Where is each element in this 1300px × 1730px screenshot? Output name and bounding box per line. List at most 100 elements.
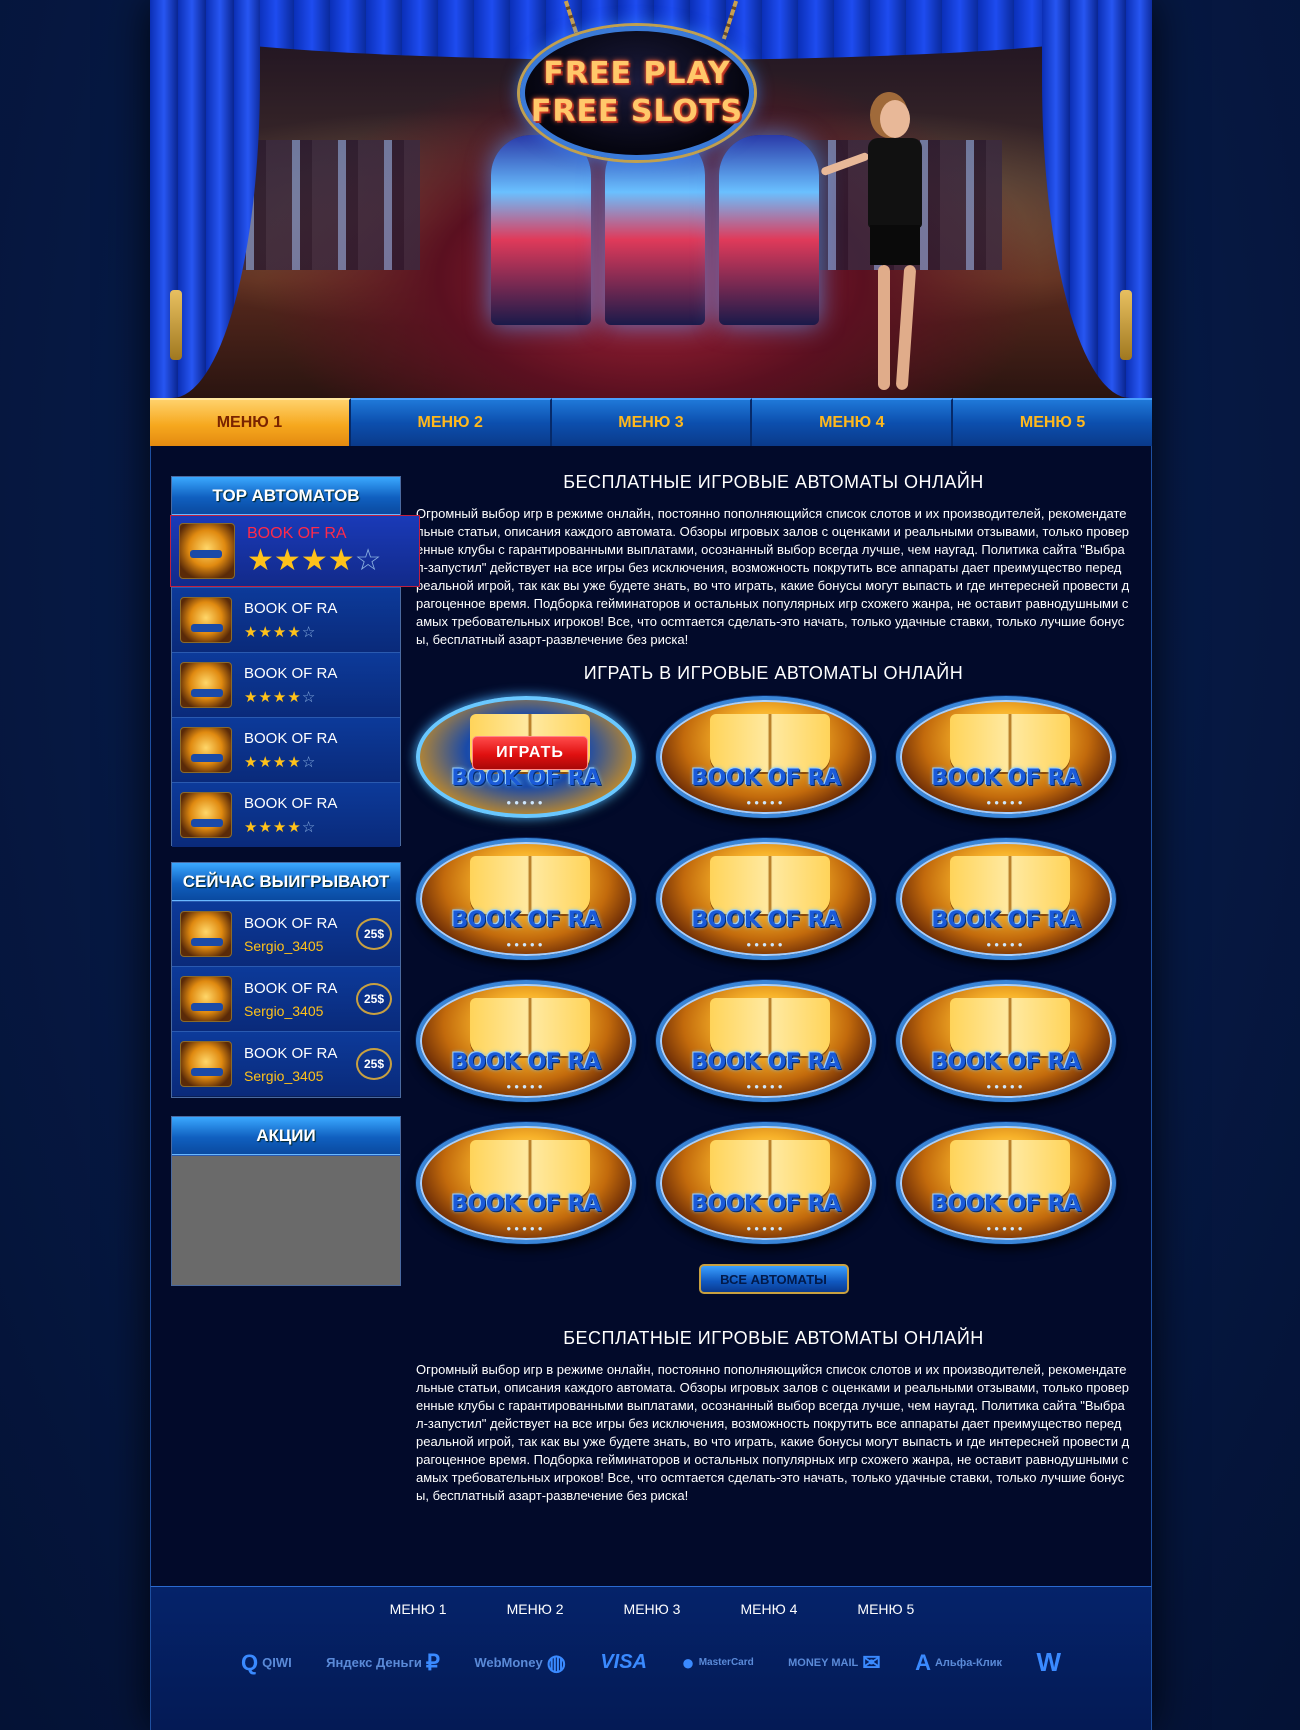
book-icon xyxy=(950,998,1070,1056)
nav-item-menu-5[interactable]: МЕНЮ 5 xyxy=(953,398,1152,446)
slot-thumbnail xyxy=(179,523,235,579)
game-title: BOOK OF RA xyxy=(931,908,1081,933)
top-slot-item[interactable]: BOOK OF RA ★★★★☆ xyxy=(170,515,420,587)
game-tile[interactable]: BOOK OF RA ●●●●● xyxy=(656,1122,876,1244)
star-filled-icon: ★ xyxy=(287,753,302,771)
main-nav: МЕНЮ 1 МЕНЮ 2 МЕНЮ 3 МЕНЮ 4 МЕНЮ 5 xyxy=(150,398,1152,446)
book-icon xyxy=(710,856,830,914)
slot-thumbnail xyxy=(180,792,232,838)
star-filled-icon: ★ xyxy=(300,543,328,577)
winners-title: СЕЙЧАС ВЫИГРЫВАЮТ xyxy=(172,863,400,901)
visa-icon: VISA xyxy=(600,1651,647,1673)
w1-icon: W xyxy=(1036,1647,1061,1677)
game-tile[interactable]: BOOK OF RA ●●●●● xyxy=(896,838,1116,960)
play-button[interactable]: ИГРАТЬ xyxy=(472,736,588,770)
slot-machine xyxy=(491,135,591,325)
rating-stars: ★★★★☆ xyxy=(244,753,337,771)
top-slots-box: TOP АВТОМАТОВ BOOK OF RA ★★★★☆ BOOK OF R… xyxy=(170,476,420,847)
star-filled-icon: ★ xyxy=(247,543,274,577)
footer: МЕНЮ 1 МЕНЮ 2 МЕНЮ 3 МЕНЮ 4 МЕНЮ 5 Q QIWI… xyxy=(150,1586,1152,1730)
game-tile[interactable]: BOOK OF RA ●●●●● xyxy=(656,980,876,1102)
game-title: BOOK OF RA xyxy=(691,908,841,933)
game-tile[interactable]: BOOK OF RA ●●●●● xyxy=(656,696,876,818)
payment-mastercard[interactable]: ● MasterCard xyxy=(681,1650,753,1676)
top-slot-item[interactable]: BOOK OF RA ★★★★☆ xyxy=(172,717,400,782)
game-tile[interactable]: BOOK OF RA ●●●●● xyxy=(896,1122,1116,1244)
book-icon xyxy=(950,714,1070,772)
top-slot-item[interactable]: BOOK OF RA ★★★★☆ xyxy=(172,652,400,717)
game-title: BOOK OF RA xyxy=(451,1050,601,1075)
game-tile[interactable]: BOOK OF RA ●●●●● xyxy=(896,696,1116,818)
payment-visa[interactable]: VISA xyxy=(600,1651,647,1674)
game-tile[interactable]: BOOK OF RA ●●●●● xyxy=(656,838,876,960)
book-icon xyxy=(950,1140,1070,1198)
star-filled-icon: ★ xyxy=(258,818,273,836)
winner-item[interactable]: BOOK OF RA Sergio_3405 25$ xyxy=(172,901,400,966)
tassel-left xyxy=(170,290,182,360)
game-title: BOOK OF RA xyxy=(451,908,601,933)
site-logo[interactable]: FREE PLAY FREE SLOTS xyxy=(520,26,754,160)
slot-name: BOOK OF RA xyxy=(244,729,338,747)
game-tile[interactable]: BOOK OF RA ●●●●● xyxy=(416,980,636,1102)
nav-item-menu-2[interactable]: МЕНЮ 2 xyxy=(350,398,552,446)
winner-item[interactable]: BOOK OF RA Sergio_3405 25$ xyxy=(172,1031,400,1096)
winner-username: Sergio_3405 xyxy=(244,937,324,954)
game-title: BOOK OF RA xyxy=(931,1192,1081,1217)
page: FREE PLAY FREE SLOTS МЕНЮ 1 МЕНЮ 2 МЕНЮ … xyxy=(150,0,1152,1730)
payment-yandex-money[interactable]: Яндекс Деньги ₽ xyxy=(326,1650,440,1676)
promo-banner-placeholder[interactable] xyxy=(172,1155,400,1285)
slot-name: BOOK OF RA xyxy=(244,599,338,617)
star-empty-icon: ☆ xyxy=(301,623,317,641)
star-filled-icon: ★ xyxy=(258,623,273,641)
slot-name: BOOK OF RA xyxy=(247,524,347,542)
header-banner: FREE PLAY FREE SLOTS xyxy=(150,0,1152,398)
nav-item-menu-1[interactable]: МЕНЮ 1 xyxy=(150,398,351,446)
hostess-image xyxy=(820,100,940,395)
star-filled-icon: ★ xyxy=(272,818,288,836)
all-slots-button[interactable]: ВСЕ АВТОМАТЫ xyxy=(698,1264,849,1294)
section-heading: БЕСПЛАТНЫЕ ИГРОВЫЕ АВТОМАТЫ ОНЛАЙН xyxy=(563,1328,984,1348)
game-tile[interactable]: BOOK OF RA ●●●●● xyxy=(896,980,1116,1102)
nav-item-menu-3[interactable]: МЕНЮ 3 xyxy=(551,398,753,446)
star-filled-icon: ★ xyxy=(258,753,273,771)
footer-nav-menu-4[interactable]: МЕНЮ 4 xyxy=(740,1601,797,1617)
dots-decoration: ●●●●● xyxy=(506,1224,546,1233)
star-filled-icon: ★ xyxy=(287,818,302,836)
payment-w1[interactable]: W xyxy=(1036,1647,1061,1678)
dots-decoration: ●●●●● xyxy=(986,798,1026,807)
logo-line-2: FREE SLOTS xyxy=(530,94,744,129)
rating-stars: ★★★★☆ xyxy=(244,688,337,706)
book-icon xyxy=(470,856,590,914)
game-title: BOOK OF RA xyxy=(691,766,841,791)
payment-moneymail[interactable]: MONEY MAIL ✉ xyxy=(788,1650,881,1676)
top-slot-item[interactable]: BOOK OF RA ★★★★☆ xyxy=(172,587,400,652)
prize-laurel-icon: 25$ xyxy=(356,918,392,950)
winner-username: Sergio_3405 xyxy=(244,1067,324,1084)
game-tile[interactable]: BOOK OF RA ●●●●● ИГРАТЬ xyxy=(416,696,636,818)
footer-nav-menu-2[interactable]: МЕНЮ 2 xyxy=(507,1601,564,1617)
winner-game: BOOK OF RA xyxy=(244,1044,338,1062)
slot-thumbnail xyxy=(180,976,232,1022)
slot-thumbnail xyxy=(180,1041,232,1087)
payment-webmoney[interactable]: WebMoney ◍ xyxy=(474,1650,566,1676)
content-frame: TOP АВТОМАТОВ BOOK OF RA ★★★★☆ BOOK OF R… xyxy=(150,446,1152,1586)
star-filled-icon: ★ xyxy=(273,543,301,577)
footer-nav-menu-5[interactable]: МЕНЮ 5 xyxy=(857,1601,914,1617)
nav-item-menu-4[interactable]: МЕНЮ 4 xyxy=(752,398,954,446)
footer-nav-menu-3[interactable]: МЕНЮ 3 xyxy=(624,1601,681,1617)
section-heading: БЕСПЛАТНЫЕ ИГРОВЫЕ АВТОМАТЫ ОНЛАЙН xyxy=(563,472,984,492)
promo-title: АКЦИИ xyxy=(172,1117,400,1155)
star-empty-icon: ☆ xyxy=(354,543,382,577)
game-tile[interactable]: BOOK OF RA ●●●●● xyxy=(416,838,636,960)
payment-alfa-click[interactable]: A Альфа-Клик xyxy=(915,1650,1002,1676)
payment-qiwi[interactable]: Q QIWI xyxy=(241,1650,292,1676)
dots-decoration: ●●●●● xyxy=(506,940,546,949)
top-slot-item[interactable]: BOOK OF RA ★★★★☆ xyxy=(172,782,400,847)
game-tile[interactable]: BOOK OF RA ●●●●● xyxy=(416,1122,636,1244)
slot-thumbnail xyxy=(180,727,232,773)
book-icon xyxy=(950,856,1070,914)
winner-item[interactable]: BOOK OF RA Sergio_3405 25$ xyxy=(172,966,400,1031)
footer-nav-menu-1[interactable]: МЕНЮ 1 xyxy=(390,1601,447,1617)
webmoney-icon: ◍ xyxy=(546,1649,566,1675)
main-content: БЕСПЛАТНЫЕ ИГРОВЫЕ АВТОМАТЫ ОНЛАЙН Огром… xyxy=(416,472,1131,1505)
